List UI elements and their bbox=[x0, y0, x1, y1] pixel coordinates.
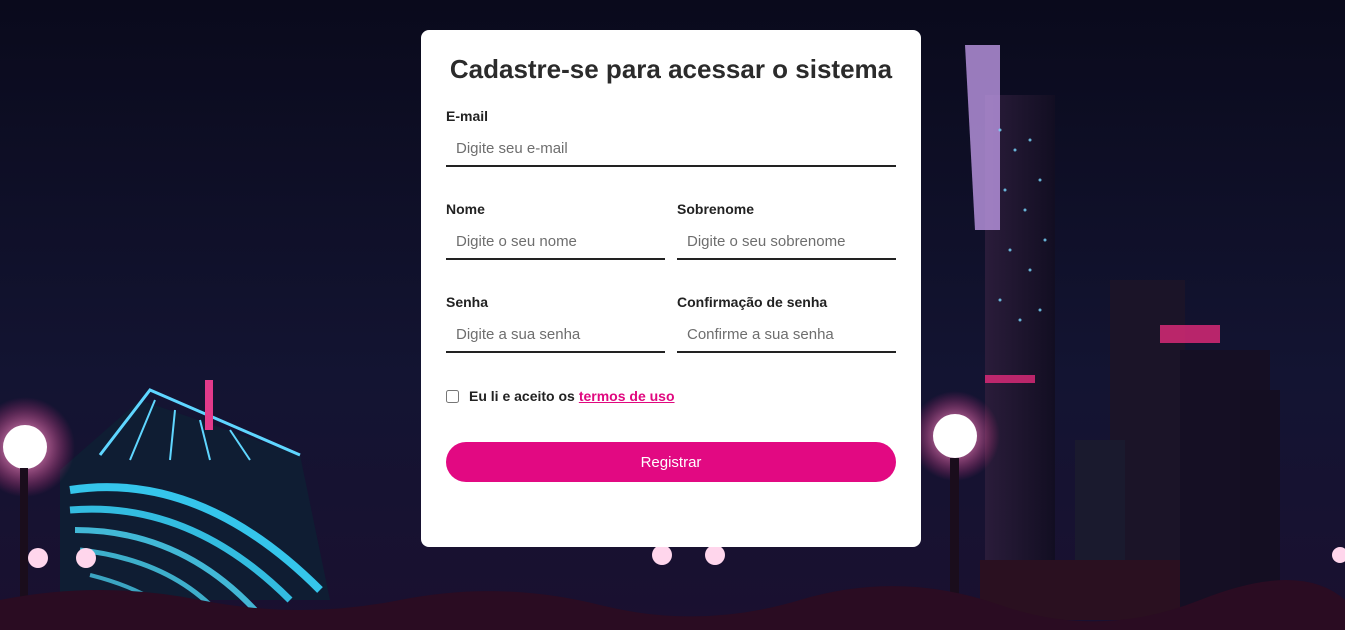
password-input[interactable] bbox=[446, 317, 665, 353]
terms-link[interactable]: termos de uso bbox=[579, 388, 675, 404]
last-name-label: Sobrenome bbox=[677, 201, 755, 217]
email-label: E-mail bbox=[446, 108, 489, 124]
email-group: E-mail bbox=[446, 108, 896, 167]
password-label: Senha bbox=[446, 294, 489, 310]
first-name-label: Nome bbox=[446, 201, 485, 217]
last-name-group: Sobrenome bbox=[677, 201, 896, 260]
password-group: Senha bbox=[446, 294, 665, 353]
email-input[interactable] bbox=[446, 131, 896, 167]
terms-row: Eu li e aceito os termos de uso bbox=[446, 388, 675, 404]
terms-checkbox[interactable] bbox=[446, 389, 459, 403]
first-name-input[interactable] bbox=[446, 224, 665, 260]
page-background: Cadastre-se para acessar o sistema E-mai… bbox=[0, 0, 1345, 630]
page-title: Cadastre-se para acessar o sistema bbox=[449, 54, 893, 84]
password-confirm-input[interactable] bbox=[677, 317, 896, 353]
first-name-group: Nome bbox=[446, 201, 665, 260]
password-confirm-group: Confirmação de senha bbox=[677, 294, 896, 353]
terms-text: Eu li e aceito os bbox=[469, 388, 575, 404]
last-name-input[interactable] bbox=[677, 224, 896, 260]
registration-card: Cadastre-se para acessar o sistema E-mai… bbox=[421, 30, 921, 547]
register-button[interactable]: Registrar bbox=[446, 442, 896, 482]
password-confirm-label: Confirmação de senha bbox=[677, 294, 828, 310]
